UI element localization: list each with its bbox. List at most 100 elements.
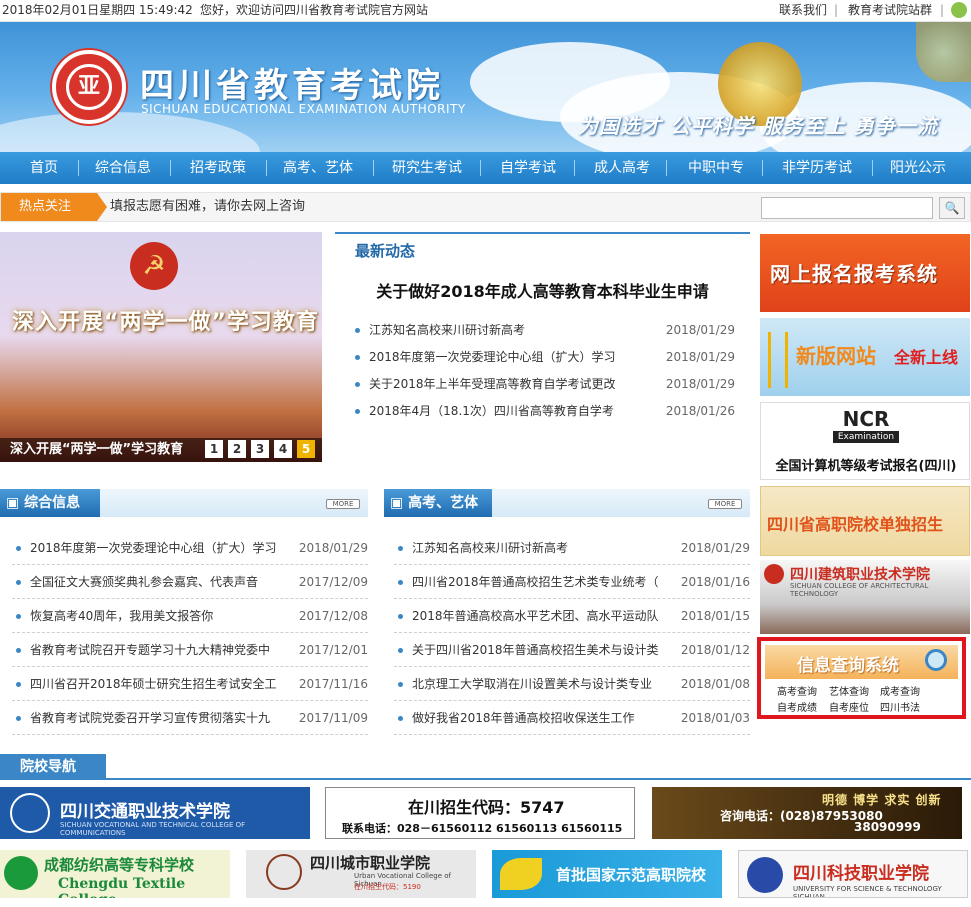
slide-page-button[interactable]: 3 <box>251 440 269 458</box>
more-button[interactable]: MORE <box>326 499 360 509</box>
search-button[interactable]: 🔍 <box>939 197 965 219</box>
list-item-date: 2018/01/16 <box>680 575 750 589</box>
list-item-title[interactable]: 省教育考试院召开专题学习十九大精神党委中 <box>30 633 270 667</box>
contact-link[interactable]: 联系我们 <box>779 0 827 20</box>
banner-text: 新版网站 <box>796 344 876 368</box>
news-item[interactable]: 2018年度第一次党委理论中心组（扩大）学习 2018/01/29 <box>355 347 750 367</box>
query-link-arts[interactable]: 艺体查询 <box>829 683 869 698</box>
list-item[interactable]: 北京理工大学取消在川设置美术与设计类专业 2018/01/08 <box>394 667 750 701</box>
banner-text: 全国计算机等级考试报名(四川) <box>775 459 957 474</box>
datetime-text: 2018年02月01日星期四 15:49:42 <box>2 3 193 17</box>
list-item-title[interactable]: 2018年度第一次党委理论中心组（扩大）学习 <box>30 531 277 565</box>
list-item-title[interactable]: 全国征文大赛颁奖典礼参会嘉宾、代表声音 <box>30 565 258 599</box>
admission-code: 在川招生代码：5190 <box>354 883 421 891</box>
school-link-urban[interactable]: 四川城市职业学院 Urban Vocational College of Sic… <box>246 850 476 898</box>
query-link-gaokao[interactable]: 高考查询 <box>777 683 817 698</box>
slide-page-button-active[interactable]: 5 <box>297 440 315 458</box>
list-item-title[interactable]: 北京理工大学取消在川设置美术与设计类专业 <box>412 667 652 701</box>
school-name-en: UNIVERSITY FOR SCIENCE & TECHNOLOGY SICH… <box>793 885 942 898</box>
list-item-title[interactable]: 四川省召开2018年硕士研究生招生考试安全工 <box>30 667 277 701</box>
school-link-science-tech[interactable]: 四川科技职业学院 UNIVERSITY FOR SCIENCE & TECHNO… <box>738 850 968 898</box>
news-item[interactable]: 关于2018年上半年受理高等教育自学考试更改 2018/01/29 <box>355 374 750 394</box>
slide-page-button[interactable]: 2 <box>228 440 246 458</box>
nav-item-policy[interactable]: 招考政策 <box>190 152 246 184</box>
list-item[interactable]: 四川省召开2018年硕士研究生招生考试安全工 2017/11/16 <box>12 667 368 701</box>
school-link-national-model[interactable]: 首批国家示范高职院校 <box>492 850 722 898</box>
list-item[interactable]: 2018年度第一次党委理论中心组（扩大）学习 2018/01/29 <box>12 531 368 565</box>
nav-item-self-study[interactable]: 自学考试 <box>500 152 556 184</box>
list-item[interactable]: 2018年普通高校高水平艺术团、高水平运动队 2018/01/15 <box>394 599 750 633</box>
nav-item-non-degree[interactable]: 非学历考试 <box>782 152 852 184</box>
nav-item-vocational[interactable]: 中职中专 <box>688 152 744 184</box>
slideshow[interactable]: ☭ 深入开展“两学一做”学习教育 <box>0 232 322 462</box>
school-logo-icon <box>4 856 38 890</box>
nav-item-graduate[interactable]: 研究生考试 <box>392 152 462 184</box>
slide-page-button[interactable]: 1 <box>205 440 223 458</box>
nav-item-gaokao[interactable]: 高考、艺体 <box>283 152 353 184</box>
list-item-date: 2018/01/15 <box>680 609 750 623</box>
list-item-title[interactable]: 做好我省2018年普通高校招收保送生工作 <box>412 701 635 735</box>
site-logo[interactable]: 亚 <box>52 50 126 124</box>
school-link-motto[interactable]: 明德 博学 求实 创新 咨询电话：(028)87953080 38090999 <box>652 787 962 839</box>
school-link-textile[interactable]: 成都纺织高等专科学校 Chengdu Textile College <box>0 850 230 898</box>
nav-item-home[interactable]: 首页 <box>30 152 58 184</box>
list-item-title[interactable]: 四川省2018年普通高校招生艺术类专业统考（ <box>412 565 659 599</box>
bullet-icon <box>355 355 360 360</box>
school-link-code-5747[interactable]: 在川招生代码：5747 联系电话：028－61560112 61560113 6… <box>325 787 635 839</box>
list-item[interactable]: 关于四川省2018年普通高校招生美术与设计类 2018/01/12 <box>394 633 750 667</box>
top-bar: 2018年02月01日星期四 15:49:42 您好，欢迎访问四川省教育考试院官… <box>0 0 971 22</box>
bullet-icon <box>398 580 403 585</box>
bullet-icon <box>16 682 21 687</box>
news-item[interactable]: 江苏知名高校来川研讨新高考 2018/01/29 <box>355 320 750 340</box>
list-item[interactable]: 做好我省2018年普通高校招收保送生工作 2018/01/03 <box>394 701 750 735</box>
school-logo-icon <box>500 858 542 890</box>
nav-item-adult[interactable]: 成人高考 <box>594 152 650 184</box>
slide-page-button[interactable]: 4 <box>274 440 292 458</box>
query-link-selfstudy-score[interactable]: 自考成绩 <box>777 699 817 714</box>
query-header[interactable]: 信息查询系统 <box>765 645 958 679</box>
list-item[interactable]: 全国征文大赛颁奖典礼参会嘉宾、代表声音 2017/12/09 <box>12 565 368 599</box>
main-nav: 首页 综合信息 招考政策 高考、艺体 研究生考试 自学考试 成人高考 中职中专 … <box>0 152 971 184</box>
architecture-college-banner[interactable]: 四川建筑职业技术学院 SICHUAN COLLEGE OF ARCHITECTU… <box>760 560 970 634</box>
list-item[interactable]: 江苏知名高校来川研讨新高考 2018/01/29 <box>394 531 750 565</box>
list-item-title[interactable]: 江苏知名高校来川研讨新高考 <box>412 531 568 565</box>
more-button[interactable]: MORE <box>708 499 742 509</box>
list-item-title[interactable]: 恢复高考40周年，我用美文报答你 <box>30 599 213 633</box>
list-item-title[interactable]: 省教育考试院党委召开学习宣传贯彻落实十九 <box>30 701 270 735</box>
school-link-transport[interactable]: 四川交通职业技术学院 SICHUAN VOCATIONAL AND TECHNI… <box>0 787 310 839</box>
news-item-title[interactable]: 2018年4月（18.1次）四川省高等教育自学考 <box>369 401 614 421</box>
vocational-admission-banner[interactable]: 四川省高职院校单独招生 <box>760 486 970 556</box>
bullet-icon <box>398 614 403 619</box>
news-item-title[interactable]: 江苏知名高校来川研讨新高考 <box>369 320 525 340</box>
online-registration-banner[interactable]: 网上报名报考系统 <box>760 234 970 312</box>
school-logo-icon <box>747 857 783 893</box>
news-headline[interactable]: 关于做好2018年成人高等教育本科毕业生申请 <box>335 278 750 302</box>
list-item[interactable]: 四川省2018年普通高校招生艺术类专业统考（ 2018/01/16 <box>394 565 750 599</box>
list-item[interactable]: 省教育考试院党委召开学习宣传贯彻落实十九 2017/11/09 <box>12 701 368 735</box>
wechat-icon[interactable] <box>951 2 967 18</box>
query-link-adult[interactable]: 成考查询 <box>880 683 920 698</box>
slide-headline: 深入开展“两学一做”学习教育 <box>12 310 319 335</box>
new-site-banner[interactable]: 新版网站 全新上线 <box>760 318 970 396</box>
list-item-title[interactable]: 关于四川省2018年普通高校招生美术与设计类 <box>412 633 659 667</box>
news-item-title[interactable]: 2018年度第一次党委理论中心组（扩大）学习 <box>369 347 616 367</box>
news-item[interactable]: 2018年4月（18.1次）四川省高等教育自学考 2018/01/26 <box>355 401 750 421</box>
ncre-registration-banner[interactable]: NCR Examination 全国计算机等级考试报名(四川) <box>760 402 970 480</box>
list-item[interactable]: 省教育考试院召开专题学习十九大精神党委中 2017/12/01 <box>12 633 368 667</box>
site-group-link[interactable]: 教育考试院站群 <box>848 0 932 20</box>
nav-item-sunshine[interactable]: 阳光公示 <box>890 152 946 184</box>
slide-caption[interactable]: 深入开展“两学一做”学习教育 <box>10 438 183 462</box>
list-item-title[interactable]: 2018年普通高校高水平艺术团、高水平运动队 <box>412 599 659 633</box>
query-link-calligraphy[interactable]: 四川书法 <box>880 699 920 714</box>
query-link-selfstudy-seat[interactable]: 自考座位 <box>829 699 869 714</box>
emblem-graphic <box>916 22 971 82</box>
list-item[interactable]: 恢复高考40周年，我用美文报答你 2017/12/08 <box>12 599 368 633</box>
search-input[interactable] <box>761 197 933 219</box>
contact-phone: 38090999 <box>854 820 921 834</box>
news-item-title[interactable]: 关于2018年上半年受理高等教育自学考试更改 <box>369 374 616 394</box>
bullet-icon <box>355 382 360 387</box>
banner-text: 四川省高职院校单独招生 <box>767 515 944 534</box>
school-motto: 明德 博学 求实 创新 <box>822 793 942 807</box>
nav-item-general[interactable]: 综合信息 <box>95 152 151 184</box>
hot-topic-link[interactable]: 填报志愿有困难，请你去网上咨询 <box>110 193 305 221</box>
